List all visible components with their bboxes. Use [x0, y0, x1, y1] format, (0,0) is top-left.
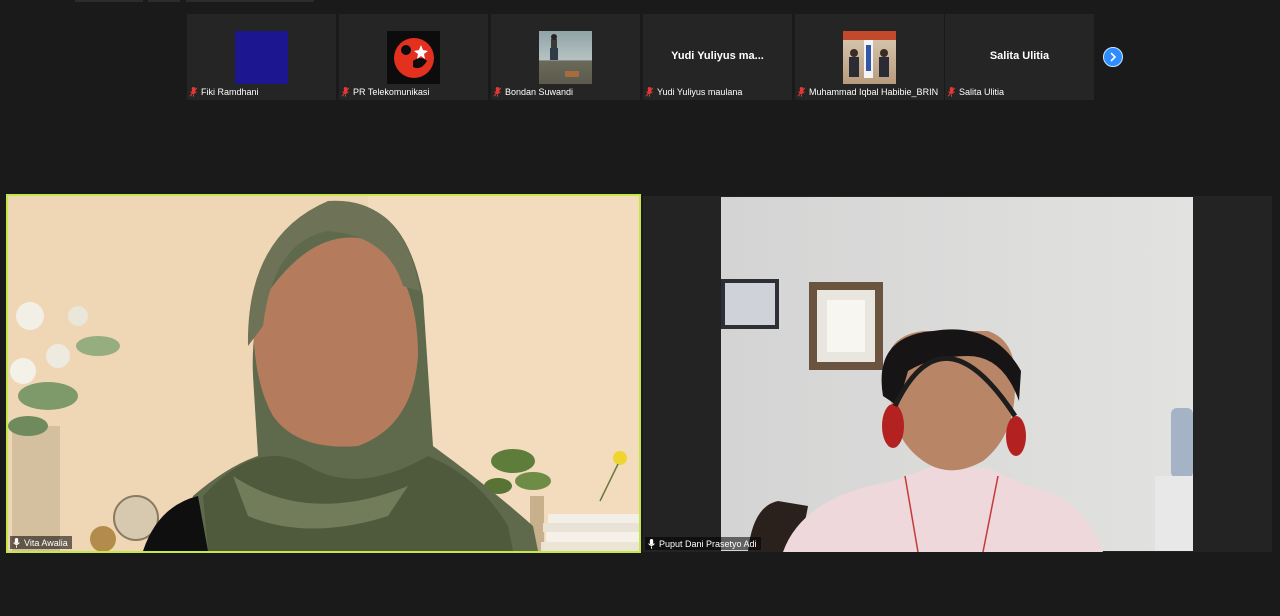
- next-page-button[interactable]: [1103, 47, 1123, 67]
- participant-name: PR Telekomunikasi: [353, 87, 430, 97]
- participant-display-name: Salita Ulitia: [989, 50, 1050, 62]
- mic-icon: [648, 538, 655, 549]
- muted-mic-icon: [189, 87, 198, 97]
- photo-avatar: [539, 31, 592, 84]
- solid-blue-avatar: [235, 31, 288, 84]
- participant-label: Vita Awalia: [10, 536, 72, 549]
- top-edge: [0, 0, 1280, 4]
- participant-name: Vita Awalia: [24, 537, 68, 548]
- participant-video: [643, 196, 1272, 552]
- participant-name: Fiki Ramdhani: [201, 87, 259, 97]
- participant-thumb-pr-telekomunikasi[interactable]: PR Telekomunikasi: [339, 14, 488, 100]
- video-tile-participant[interactable]: Puput Dani Prasetyo Adi: [643, 196, 1272, 552]
- participant-name: Puput Dani Prasetyo Adi: [659, 538, 757, 549]
- chevron-right-icon: [1110, 52, 1117, 62]
- muted-mic-icon: [341, 87, 350, 97]
- muted-mic-icon: [797, 87, 806, 97]
- participant-thumb-salita[interactable]: Salita Ulitia Salita Ulitia: [945, 14, 1094, 100]
- participant-thumb-yudi[interactable]: Yudi Yuliyus ma... Yudi Yuliyus maulana: [643, 14, 792, 100]
- participant-name: Bondan Suwandi: [505, 87, 574, 97]
- participant-display-name: Yudi Yuliyus ma...: [671, 50, 764, 62]
- participant-thumb-iqbal[interactable]: Muhammad Iqbal Habibie_BRIN: [795, 14, 944, 100]
- participant-name: Muhammad Iqbal Habibie_BRIN: [809, 87, 939, 97]
- mic-icon: [13, 537, 20, 548]
- participant-name: Salita Ulitia: [959, 87, 1005, 97]
- muted-mic-icon: [947, 87, 956, 97]
- muted-mic-icon: [645, 87, 654, 97]
- pr-logo-avatar: [387, 31, 440, 84]
- video-tile-active-speaker[interactable]: Vita Awalia: [6, 194, 641, 553]
- participant-thumb-fiki[interactable]: Fiki Ramdhani: [187, 14, 336, 100]
- photo-avatar: [843, 31, 896, 84]
- participant-thumb-bondan[interactable]: Bondan Suwandi: [491, 14, 640, 100]
- participant-name: Yudi Yuliyus maulana: [657, 87, 743, 97]
- participant-video: [8, 196, 639, 551]
- muted-mic-icon: [493, 87, 502, 97]
- participant-label: Puput Dani Prasetyo Adi: [645, 537, 761, 550]
